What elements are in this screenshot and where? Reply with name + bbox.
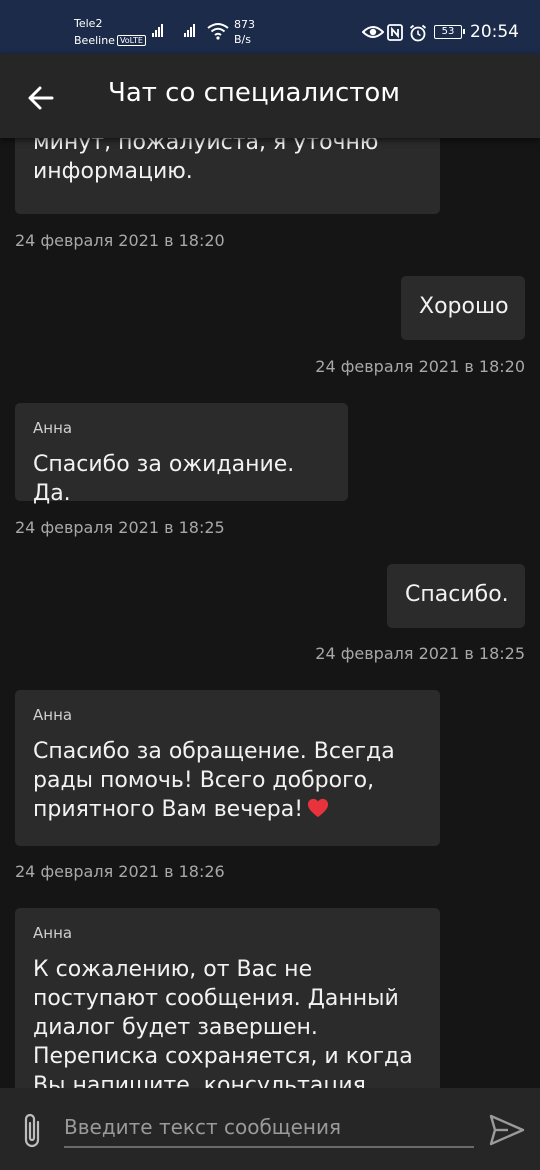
message-text: Спасибо.	[405, 582, 509, 607]
status-bar: Tele2 Beeline VoLTE 873 B/s 53 20:54	[0, 0, 540, 54]
message-text: Спасибо за обращение. Всегда рады помочь…	[33, 737, 422, 824]
sender-name: Анна	[33, 419, 73, 437]
app-header: Чат со специалистом	[0, 54, 540, 138]
page-title: Чат со специалистом	[108, 78, 400, 108]
back-button[interactable]	[22, 78, 62, 118]
outgoing-message-bubble: Хорошо	[401, 276, 525, 340]
message-timestamp: 24 февраля 2021 в 18:20	[315, 357, 525, 376]
message-text: минут, пожалуйста, я уточню информацию.	[33, 138, 379, 184]
signal-2-icon	[184, 24, 195, 37]
arrow-left-icon	[28, 86, 54, 110]
incoming-message-bubble: Анна Спасибо за обращение. Всегда рады п…	[15, 690, 440, 846]
chat-message-list[interactable]: минут, пожалуйста, я уточню информацию. …	[0, 138, 540, 1088]
message-text: Хорошо	[419, 294, 509, 319]
message-timestamp: 24 февраля 2021 в 18:20	[15, 231, 225, 250]
message-text-content: Спасибо за обращение. Всегда рады помочь…	[33, 739, 395, 822]
net-speed-value: 873	[234, 18, 255, 31]
signal-1-icon	[152, 24, 163, 37]
message-input[interactable]	[64, 1108, 474, 1148]
message-text: К сожалению, от Вас не поступают сообщен…	[33, 957, 413, 1088]
attach-button[interactable]	[16, 1110, 50, 1150]
message-timestamp: 24 февраля 2021 в 18:25	[15, 518, 225, 537]
nfc-icon	[387, 24, 403, 41]
paperclip-icon	[24, 1113, 40, 1148]
eye-icon	[362, 26, 384, 38]
heart-emoji-icon	[307, 798, 329, 818]
message-text: Спасибо за ожидание. Да.	[33, 452, 295, 506]
battery-indicator: 53	[434, 25, 465, 39]
incoming-message-bubble: Анна К сожалению, от Вас не поступают со…	[15, 908, 440, 1088]
carrier-1-name: Tele2	[74, 17, 103, 30]
message-timestamp: 24 февраля 2021 в 18:26	[15, 862, 225, 881]
status-clock: 20:54	[470, 22, 519, 42]
sender-name: Анна	[33, 924, 73, 942]
message-composer	[0, 1088, 540, 1170]
sender-name: Анна	[33, 706, 73, 724]
net-speed-unit: B/s	[234, 33, 251, 46]
volte-badge: VoLTE	[116, 35, 146, 46]
incoming-message-bubble: Анна Спасибо за ожидание. Да.	[15, 403, 348, 506]
send-icon	[489, 1114, 525, 1146]
carrier-2-label: Beeline	[74, 34, 115, 47]
wifi-icon	[207, 23, 229, 40]
incoming-message-bubble: минут, пожалуйста, я уточню информацию.	[15, 138, 440, 214]
outgoing-message-bubble: Спасибо.	[387, 564, 525, 628]
send-button[interactable]	[488, 1112, 526, 1148]
alarm-icon	[409, 24, 427, 42]
carrier-2-name: Beeline VoLTE	[74, 34, 146, 47]
message-timestamp: 24 февраля 2021 в 18:25	[315, 644, 525, 663]
